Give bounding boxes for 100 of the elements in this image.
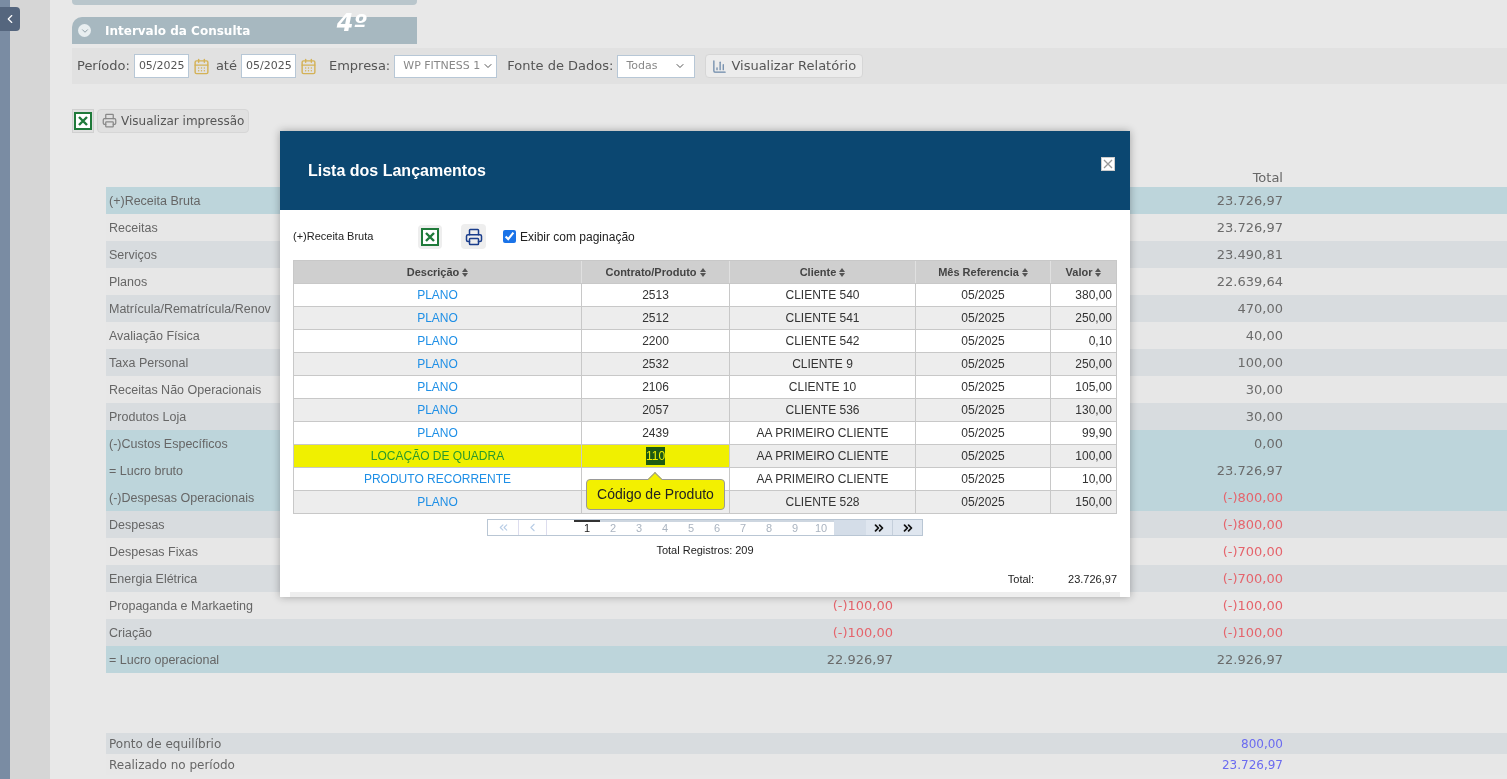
description-link[interactable]: PLANO — [417, 309, 458, 327]
period-value: 22.926,97 — [826, 651, 893, 667]
table-cell-text: CLIENTE 541 — [785, 310, 860, 327]
table-cell-text: AA PRIMEIRO CLIENTE — [756, 448, 889, 465]
row-label: Taxa Personal — [109, 355, 189, 370]
table-row[interactable]: PLANO 2512 CLIENTE 541 05/2025 250,00 — [294, 306, 1116, 329]
row-label: Ponto de equilíbrio — [108, 735, 223, 753]
spreadsheet-icon[interactable] — [74, 111, 92, 130]
table-cell-text: 05/2025 — [961, 448, 1005, 465]
table-cell-text: 05/2025 — [961, 471, 1005, 488]
description-link[interactable]: PLANO — [417, 378, 458, 396]
table-row[interactable]: LOCAÇÃO DE QUADRA 110 AA PRIMEIRO CLIENTE 05/2025 100,00 — [294, 444, 1116, 467]
table-cell-text: 2106 — [642, 379, 669, 396]
table-cell-text: 05/2025 — [961, 310, 1005, 327]
description-link[interactable]: PLANO — [417, 355, 458, 373]
next-page-button[interactable] — [866, 520, 892, 535]
close-button[interactable] — [1101, 156, 1115, 171]
company-select[interactable]: WP FITNESS 1 — [394, 54, 498, 78]
total-value: 22.926,97 — [1216, 651, 1283, 667]
table-cell-text: 0,10 — [1088, 333, 1112, 350]
table-cell-text: CLIENTE 540 — [785, 287, 860, 304]
table-cell-text: 2057 — [642, 402, 669, 419]
description-link[interactable]: PLANO — [417, 493, 458, 511]
page-number[interactable]: 5 — [678, 520, 704, 535]
table-row[interactable]: PLANO 2106 CLIENTE 10 05/2025 105,00 — [294, 375, 1116, 398]
period-value: (-)100,00 — [832, 624, 893, 640]
pagination-checkbox[interactable] — [503, 230, 516, 243]
date-field[interactable]: 05/2025 — [133, 54, 189, 78]
total-value: 23.726,97 — [1221, 757, 1283, 772]
row-label: Despesas — [109, 517, 165, 532]
table-row[interactable]: PLANO 2439 AA PRIMEIRO CLIENTE 05/2025 99,90 — [294, 421, 1116, 444]
page-number[interactable]: 7 — [730, 520, 756, 535]
total-value: (-)700,00 — [1222, 543, 1283, 559]
table-row[interactable]: PLANO 2200 CLIENTE 542 05/2025 0,10 — [294, 329, 1116, 352]
source-select[interactable]: Todas — [617, 54, 696, 78]
table-row[interactable]: PLANO 2532 CLIENTE 9 05/2025 250,00 — [294, 352, 1116, 375]
total-value: 40,00 — [1245, 327, 1283, 343]
row-label: (-)Despesas Operacionais — [109, 490, 255, 505]
table-cell-text: 2513 — [642, 287, 669, 304]
total-value: (-)700,00 — [1222, 570, 1283, 586]
table-cell-text: 05/2025 — [961, 287, 1005, 304]
report-button[interactable]: Visualizar Relatório — [705, 54, 864, 78]
description-link[interactable]: PLANO — [417, 286, 458, 304]
dialog-title: Lista dos Lançamentos — [308, 160, 486, 181]
print-preview-button[interactable]: Visualizar impressão — [97, 108, 250, 133]
total-value: (-)100,00 — [1222, 597, 1283, 613]
page-number[interactable]: 8 — [756, 520, 782, 535]
collapse-button[interactable] — [0, 7, 20, 31]
total-value: 23.726,97 — [1216, 192, 1283, 208]
row-label: Energia Elétrica — [109, 571, 198, 586]
row-label: Avaliação Física — [109, 328, 200, 343]
description-link[interactable]: PLANO — [417, 332, 458, 350]
description-link[interactable]: PRODUTO RECORRENTE — [363, 470, 512, 488]
table-cell-text: 2439 — [642, 425, 669, 442]
pagination-filler — [834, 520, 866, 535]
table-row[interactable]: PLANO 2057 CLIENTE 536 05/2025 130,00 — [294, 398, 1116, 421]
total-value: (-)800,00 — [1222, 516, 1283, 532]
last-page-button[interactable] — [892, 520, 922, 535]
group-name: (+)Receita Bruta — [293, 229, 375, 245]
table-cell-text: 130,00 — [1075, 402, 1112, 419]
row-label: Planos — [109, 274, 148, 289]
table-cell-text: 150,00 — [1075, 494, 1112, 511]
table-row[interactable]: PLANO 2513 CLIENTE 540 05/2025 380,00 — [294, 283, 1116, 306]
total-value: 100,00 — [1237, 354, 1283, 370]
column-header[interactable]: Valor — [1051, 261, 1116, 283]
description-link[interactable]: PLANO — [417, 424, 458, 442]
table-cell-text: CLIENTE 9 — [792, 356, 853, 373]
row-label: Matrícula/Rematrícula/Renov — [109, 301, 271, 316]
total-value: 23.490,81 — [1216, 246, 1283, 262]
row-label: Receitas — [109, 220, 158, 235]
table-cell-text: 05/2025 — [961, 425, 1005, 442]
page-number[interactable]: 3 — [626, 520, 652, 535]
page-number[interactable]: 2 — [600, 520, 626, 535]
row-label: Realizado no período — [108, 756, 236, 774]
table-cell-text: 05/2025 — [961, 356, 1005, 373]
table-cell-text: 100,00 — [1075, 448, 1112, 465]
total-label: Total: — [1007, 571, 1035, 587]
table-cell-text: 05/2025 — [961, 333, 1005, 350]
total-value: 23.726,97 — [1216, 462, 1283, 478]
table-cell-text: 99,90 — [1081, 425, 1112, 442]
sort-icon — [1095, 267, 1102, 277]
spreadsheet-icon[interactable] — [421, 227, 439, 246]
description-link[interactable]: PLANO — [417, 401, 458, 419]
page-number[interactable]: 1 — [574, 520, 600, 535]
table-cell-text: 250,00 — [1075, 310, 1112, 327]
table-cell-text: 105,00 — [1075, 379, 1112, 396]
page-number[interactable]: 9 — [782, 520, 808, 535]
row-label: Receitas Não Operacionais — [109, 382, 262, 397]
total-value: 800,00 — [1241, 736, 1283, 751]
table-cell-text: 2200 — [642, 333, 669, 350]
table-cell-text: CLIENTE 10 — [788, 379, 857, 396]
record-count: Total Registros: 209 — [656, 543, 754, 558]
table-cell-text: AA PRIMEIRO CLIENTE — [756, 425, 889, 442]
page-number[interactable]: 4 — [652, 520, 678, 535]
total-value: 23.726,97 — [1216, 219, 1283, 235]
table-cell-text: 2512 — [642, 310, 669, 327]
page-number[interactable]: 6 — [704, 520, 730, 535]
total-value: 23.726,97 — [1068, 571, 1117, 587]
date-field[interactable]: 05/2025 — [240, 54, 296, 78]
print-button[interactable] — [461, 224, 486, 249]
